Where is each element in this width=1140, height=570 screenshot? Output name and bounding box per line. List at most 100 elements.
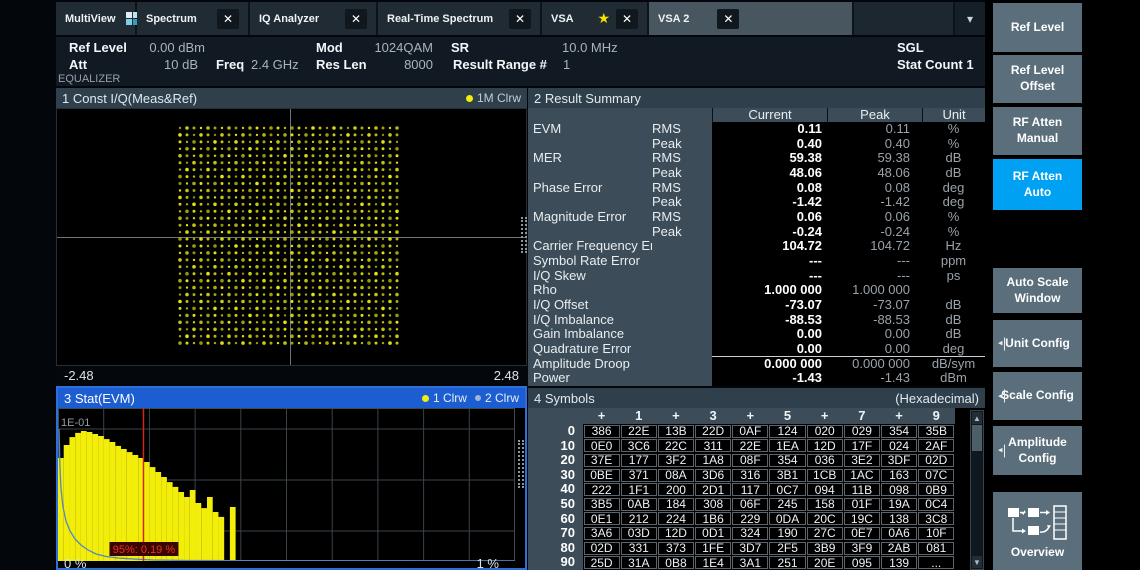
scale-config-button[interactable]: ◂ Scale Config: [993, 372, 1082, 420]
close-icon[interactable]: ✕: [345, 9, 367, 29]
symbol-value: 311: [695, 439, 731, 452]
corner-cell: [528, 108, 652, 122]
result-range-label: Result Range #: [453, 57, 547, 72]
result-subname: [652, 269, 712, 284]
symbols-column-headers: +1+3+5+7+9: [528, 408, 955, 424]
symbol-value: 1AC: [844, 469, 880, 482]
symbols-row-label: 40: [528, 482, 583, 497]
symbol-value: 222: [584, 483, 620, 496]
tab-multiview[interactable]: MultiView: [56, 2, 135, 35]
symbol-value: 3C6: [621, 439, 657, 452]
histogram-bar: [218, 517, 224, 561]
result-peak-value: -1.43: [827, 371, 922, 386]
result-current-value: 0.000 000: [712, 357, 827, 372]
symbol-value: 08A: [658, 469, 694, 482]
result-peak-value: 104.72: [827, 239, 922, 254]
result-row: Power-1.43-1.43dBm: [528, 371, 985, 386]
symbol-value: 3A6: [584, 527, 620, 540]
overview-button[interactable]: Overview: [993, 492, 1082, 570]
scrollbar-thumb[interactable]: [972, 425, 982, 451]
chevron-down-icon: ▾: [967, 12, 973, 26]
ref-level-value[interactable]: 0.00 dBm: [116, 40, 205, 55]
symbol-value: 0AF: [732, 425, 768, 438]
symbol-value: 3E2: [844, 454, 880, 467]
rf-atten-auto-button[interactable]: RF Atten Auto: [993, 159, 1082, 210]
histogram-bar: [230, 507, 236, 561]
histogram-bar: [87, 432, 93, 561]
tab-iq-analyzer[interactable]: IQ Analyzer ✕: [250, 2, 376, 35]
mod-value[interactable]: 1024QAM: [356, 40, 433, 55]
symbols-col-header: +: [881, 408, 918, 424]
symbol-value: 190: [769, 527, 805, 540]
window-title: 1 Const I/Q(Meas&Ref): [62, 91, 197, 106]
symbols-row: 300BE37108A3D63163B11CB1AC16307C: [528, 468, 955, 483]
ref-level-offset-button[interactable]: Ref Level Offset: [993, 55, 1082, 103]
symbols-row: 100E03C622C31122E1EA12D17F0242AF: [528, 439, 955, 454]
amplitude-config-button[interactable]: ◂ Amplitude Config: [993, 426, 1082, 475]
res-len-value[interactable]: 8000: [356, 57, 433, 72]
window-splitter-handle[interactable]: [518, 440, 524, 488]
ref-level-button[interactable]: Ref Level: [993, 3, 1082, 52]
result-name: Gain Imbalance: [528, 327, 652, 342]
result-subname: RMS: [652, 151, 712, 166]
tab-spectrum[interactable]: Spectrum ✕: [137, 2, 248, 35]
stat-evm-header[interactable]: 3 Stat(EVM) 1 Clrw 2 Clrw: [58, 388, 525, 408]
result-subname: [652, 254, 712, 269]
symbol-value: 163: [881, 469, 917, 482]
tab-label: VSA: [551, 13, 574, 25]
result-unit: %: [922, 137, 985, 152]
rf-atten-manual-button[interactable]: RF Atten Manual: [993, 107, 1082, 155]
symbol-value: 386: [584, 425, 620, 438]
symbols-format: (Hexadecimal): [895, 391, 979, 406]
symbol-value: 0C7: [769, 483, 805, 496]
symbols-header[interactable]: 4 Symbols (Hexadecimal): [528, 388, 985, 408]
symbols-col-header: 5: [769, 408, 806, 424]
constellation-window-header[interactable]: 1 Const I/Q(Meas&Ref) 1M Clrw: [56, 88, 527, 108]
att-value[interactable]: 10 dB: [116, 57, 198, 72]
vsa-application-window: { "icons": { "close": "✕", "star": "★", …: [0, 0, 1140, 570]
close-icon[interactable]: ✕: [509, 9, 531, 29]
window-splitter-handle[interactable]: [521, 217, 527, 253]
trace-legend: 1 Clrw 2 Clrw: [422, 391, 519, 405]
symbols-row-label: 70: [528, 526, 583, 541]
unit-config-button[interactable]: ◂ Unit Config: [993, 320, 1082, 367]
symbol-value: 22C: [658, 439, 694, 452]
sgl-indicator: SGL: [897, 40, 924, 55]
close-icon[interactable]: ✕: [217, 9, 239, 29]
histogram-bar: [196, 503, 202, 561]
tab-list-dropdown-button[interactable]: ▾: [955, 2, 985, 35]
tab-realtime-spectrum[interactable]: Real-Time Spectrum ✕: [378, 2, 540, 35]
close-icon[interactable]: ✕: [616, 9, 638, 29]
constellation-diagram: [57, 109, 526, 365]
close-icon[interactable]: ✕: [717, 9, 739, 29]
result-summary-header[interactable]: 2 Result Summary: [528, 88, 985, 108]
symbol-value: 3F2: [658, 454, 694, 467]
att-label: Att: [69, 57, 87, 72]
freq-value[interactable]: 2.4 GHz: [251, 57, 299, 72]
measurement-settings-bar: Ref Level 0.00 dBm Mod 1024QAM SR 10.0 M…: [56, 37, 985, 86]
tab-vsa[interactable]: VSA ★ ✕: [542, 2, 647, 35]
symbol-value: 22E: [621, 425, 657, 438]
result-current-value: -1.43: [712, 371, 827, 386]
tab-label: Spectrum: [146, 13, 197, 25]
symbol-value: 094: [807, 483, 843, 496]
symbols-row-label: 30: [528, 468, 583, 483]
stat-evm-window[interactable]: 3 Stat(EVM) 1 Clrw 2 Clrw 95%: 0.19 %1E-…: [56, 386, 527, 570]
auto-scale-window-button[interactable]: Auto Scale Window: [993, 268, 1082, 313]
scroll-down-icon[interactable]: ▼: [972, 556, 982, 568]
symbol-value: 3B1: [769, 469, 805, 482]
scroll-up-icon[interactable]: ▲: [972, 412, 982, 424]
result-range-value[interactable]: 1: [563, 57, 570, 72]
symbols-window: 4 Symbols (Hexadecimal) +1+3+5+7+9 03862…: [528, 388, 985, 570]
trace2-label: 2 Clrw: [485, 391, 519, 405]
symbol-value: 0B8: [658, 556, 694, 569]
symbol-value: 06F: [732, 498, 768, 511]
histogram-bar: [92, 434, 98, 561]
symbol-value: 3A1: [732, 556, 768, 569]
result-subname: [652, 283, 712, 299]
symbols-scrollbar[interactable]: ▲ ▼: [970, 410, 984, 570]
symbol-value: 139: [881, 556, 917, 569]
sr-value[interactable]: 10.0 MHz: [562, 40, 618, 55]
result-current-value: 0.40: [712, 137, 827, 152]
tab-vsa2[interactable]: VSA 2 ✕: [649, 2, 852, 35]
